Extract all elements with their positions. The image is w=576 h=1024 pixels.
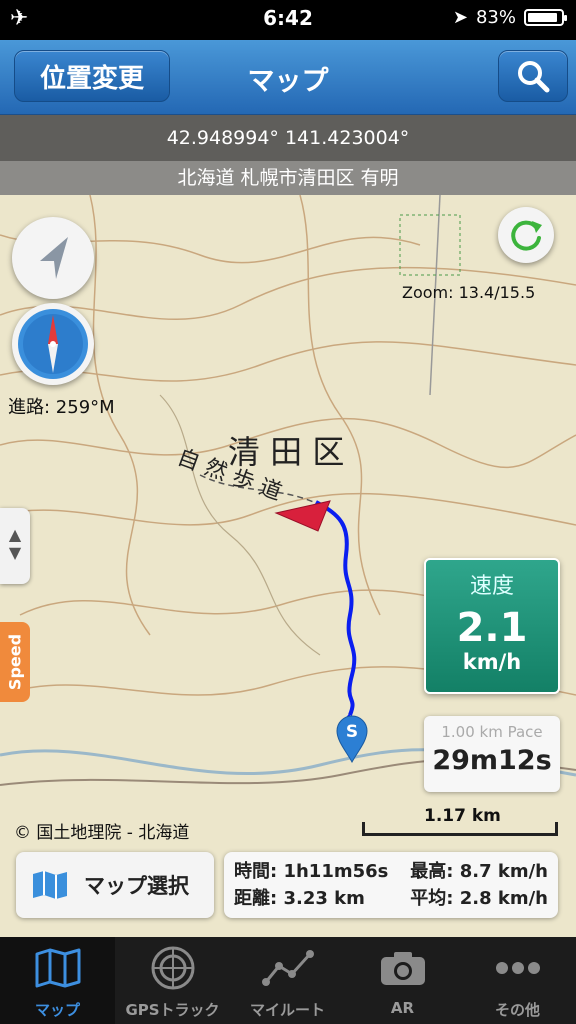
scale-bar [362, 822, 558, 836]
heading-readout: 進路: 259°M [8, 397, 115, 418]
map-icon [33, 871, 67, 899]
distance: 距離: 3.23 km [234, 888, 365, 909]
district-label: 清 田 区 [228, 433, 344, 471]
route-icon [261, 950, 314, 986]
refresh-button[interactable] [498, 207, 554, 263]
arrow-down-icon: ▼ [8, 543, 22, 562]
navigation-bar: 位置変更 マップ [0, 40, 576, 115]
location-arrow-icon [40, 237, 68, 279]
refresh-icon [511, 220, 542, 251]
tab-my-route[interactable]: マイルート [230, 937, 345, 1024]
tab-bar: マップ GPSトラック マイルート AR その他 [0, 937, 576, 1024]
speed-label: 速度 [469, 574, 514, 599]
coordinates: 42.948994° 141.423004° [0, 115, 576, 161]
status-bar: ✈ 6:42 ➤ 83% [0, 0, 576, 40]
start-marker[interactable]: S [336, 715, 368, 764]
tab-map[interactable]: マップ [0, 937, 115, 1024]
zoom-level: Zoom: 13.4/15.5 [402, 283, 536, 302]
tab-gps-track[interactable]: GPSトラック [115, 937, 230, 1024]
elapsed-time: 時間: 1h11m56s [234, 861, 389, 882]
pace-label: 1.00 km Pace [441, 723, 543, 741]
compass-icon [18, 309, 88, 379]
locate-button[interactable] [12, 217, 94, 299]
search-icon [518, 61, 550, 93]
max-speed: 最高: 8.7 km/h [410, 861, 548, 882]
pace-value: 29m12s [432, 745, 552, 776]
arrow-up-icon: ▲ [8, 525, 22, 544]
search-button[interactable] [498, 50, 568, 102]
battery-icon [524, 9, 567, 26]
more-icon [495, 962, 540, 974]
track-stats: 時間: 1h11m56s 最高: 8.7 km/h 距離: 3.23 km 平均… [224, 852, 558, 918]
address: 北海道 札幌市清田区 有明 [0, 161, 576, 195]
tab-ar[interactable]: AR [345, 937, 460, 1024]
panel-toggle-arrows[interactable]: ▲ ▼ [0, 508, 30, 584]
speed-panel[interactable]: 速度 2.1 km/h [424, 558, 560, 694]
average-speed: 平均: 2.8 km/h [410, 888, 548, 909]
battery-percent: 83% [475, 7, 516, 28]
location-arrow-icon: ➤ [452, 7, 468, 28]
speed-unit: km/h [462, 650, 522, 674]
map-icon [35, 948, 80, 988]
map-select-button[interactable]: マップ選択 [16, 852, 214, 918]
map-copyright: © 国土地理院 - 北海道 [14, 823, 190, 843]
start-marker-label: S [345, 722, 359, 742]
speed-value: 2.1 [456, 605, 528, 651]
compass-button[interactable] [12, 303, 94, 385]
radar-icon [151, 946, 194, 990]
page-title: マップ [247, 66, 329, 97]
map-select-label: マップ選択 [84, 874, 189, 898]
pace-panel[interactable]: 1.00 km Pace 29m12s [424, 716, 560, 792]
camera-icon [380, 952, 425, 985]
speed-side-tab[interactable]: Speed [0, 622, 30, 702]
tab-more[interactable]: その他 [460, 937, 575, 1024]
